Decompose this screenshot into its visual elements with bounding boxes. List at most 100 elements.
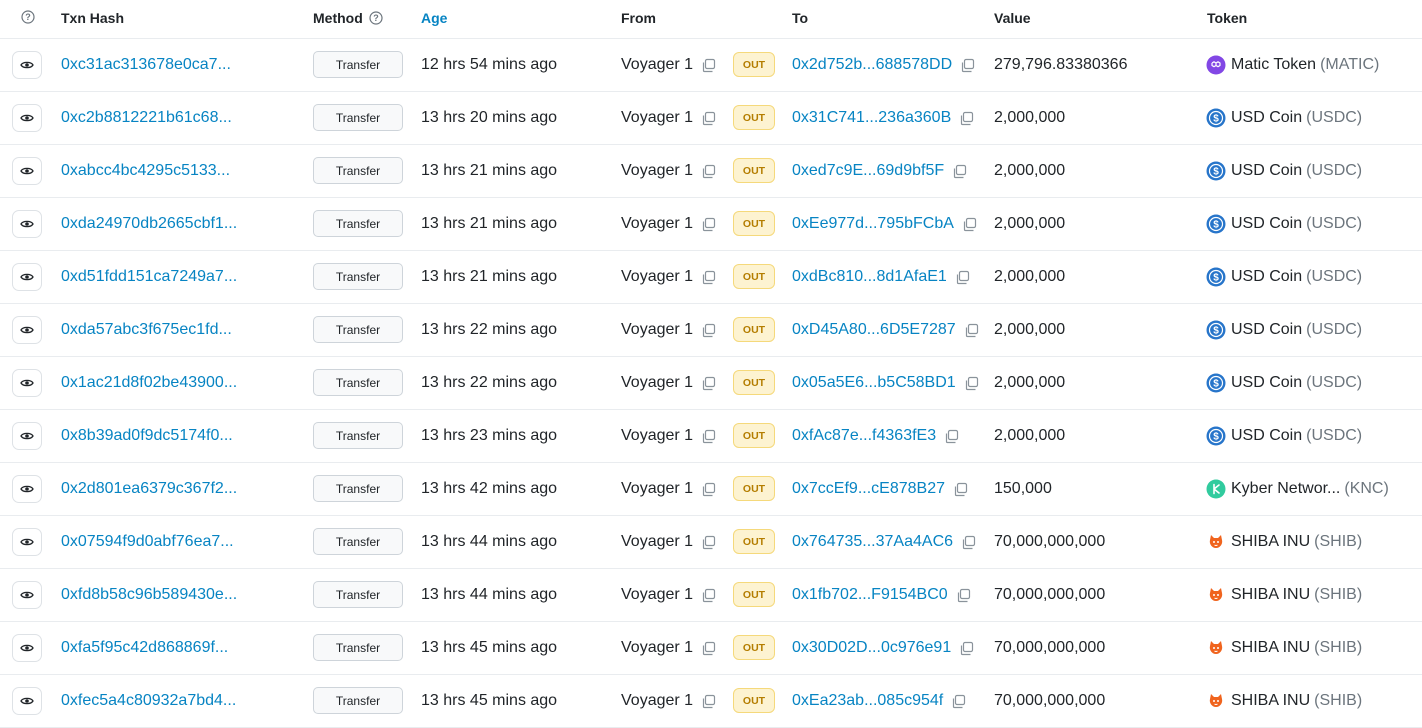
copy-icon[interactable] [955, 270, 970, 285]
copy-icon[interactable] [701, 535, 716, 550]
token-link[interactable]: $ USD Coin (USDC) [1206, 145, 1362, 197]
method-badge[interactable]: Transfer [313, 634, 403, 661]
to-address-link[interactable]: 0xed7c9E...69d9bf5F [792, 162, 944, 180]
to-address-link[interactable]: 0xEe977d...795bFCbA [792, 215, 954, 233]
from-label[interactable]: Voyager 1 [621, 215, 693, 233]
copy-icon[interactable] [701, 376, 716, 391]
token-name[interactable]: USD Coin [1231, 215, 1302, 233]
token-name[interactable]: SHIBA INU [1231, 533, 1310, 551]
token-name[interactable]: USD Coin [1231, 427, 1302, 445]
view-details-button[interactable] [12, 528, 42, 556]
to-address-link[interactable]: 0x1fb702...F9154BC0 [792, 586, 948, 604]
token-link[interactable]: Matic Token (MATIC) [1206, 39, 1379, 91]
to-address-link[interactable]: 0x31C741...236a360B [792, 109, 951, 127]
view-details-button[interactable] [12, 210, 42, 238]
token-name[interactable]: SHIBA INU [1231, 639, 1310, 657]
token-link[interactable]: SHIBA INU (SHIB) [1206, 675, 1362, 727]
copy-icon[interactable] [959, 641, 974, 656]
copy-icon[interactable] [701, 641, 716, 656]
method-badge[interactable]: Transfer [313, 263, 403, 290]
from-label[interactable]: Voyager 1 [621, 321, 693, 339]
txn-hash-link[interactable]: 0x8b39ad0f9dc5174f0... [61, 410, 233, 462]
view-details-button[interactable] [12, 634, 42, 662]
method-badge[interactable]: Transfer [313, 104, 403, 131]
copy-icon[interactable] [951, 694, 966, 709]
method-badge[interactable]: Transfer [313, 687, 403, 714]
txn-hash-link[interactable]: 0x1ac21d8f02be43900... [61, 357, 237, 409]
from-label[interactable]: Voyager 1 [621, 56, 693, 74]
copy-icon[interactable] [701, 482, 716, 497]
txn-hash-link[interactable]: 0xd51fdd151ca7249a7... [61, 251, 237, 303]
copy-icon[interactable] [701, 694, 716, 709]
copy-icon[interactable] [701, 217, 716, 232]
method-badge[interactable]: Transfer [313, 528, 403, 555]
token-link[interactable]: $ USD Coin (USDC) [1206, 251, 1362, 303]
token-link[interactable]: $ USD Coin (USDC) [1206, 304, 1362, 356]
method-badge[interactable]: Transfer [313, 210, 403, 237]
method-badge[interactable]: Transfer [313, 316, 403, 343]
copy-icon[interactable] [701, 164, 716, 179]
from-label[interactable]: Voyager 1 [621, 480, 693, 498]
txn-hash-link[interactable]: 0xfd8b58c96b589430e... [61, 569, 237, 621]
view-details-button[interactable] [12, 422, 42, 450]
view-details-button[interactable] [12, 157, 42, 185]
token-link[interactable]: Kyber Networ... (KNC) [1206, 463, 1389, 515]
token-link[interactable]: $ USD Coin (USDC) [1206, 357, 1362, 409]
copy-icon[interactable] [952, 164, 967, 179]
to-address-link[interactable]: 0xEa23ab...085c954f [792, 692, 943, 710]
from-label[interactable]: Voyager 1 [621, 586, 693, 604]
copy-icon[interactable] [960, 58, 975, 73]
copy-icon[interactable] [953, 482, 968, 497]
from-label[interactable]: Voyager 1 [621, 639, 693, 657]
to-address-link[interactable]: 0x764735...37Aa4AC6 [792, 533, 953, 551]
token-name[interactable]: USD Coin [1231, 321, 1302, 339]
copy-icon[interactable] [701, 58, 716, 73]
from-label[interactable]: Voyager 1 [621, 533, 693, 551]
txn-hash-link[interactable]: 0xabcc4bc4295c5133... [61, 145, 230, 197]
txn-hash-link[interactable]: 0x07594f9d0abf76ea7... [61, 516, 234, 568]
view-details-button[interactable] [12, 581, 42, 609]
from-label[interactable]: Voyager 1 [621, 268, 693, 286]
copy-icon[interactable] [964, 376, 979, 391]
token-link[interactable]: SHIBA INU (SHIB) [1206, 569, 1362, 621]
copy-icon[interactable] [701, 111, 716, 126]
to-address-link[interactable]: 0x7ccEf9...cE878B27 [792, 480, 945, 498]
txn-hash-link[interactable]: 0xda24970db2665cbf1... [61, 198, 237, 250]
copy-icon[interactable] [964, 323, 979, 338]
token-link[interactable]: $ USD Coin (USDC) [1206, 198, 1362, 250]
from-label[interactable]: Voyager 1 [621, 109, 693, 127]
txn-hash-link[interactable]: 0x2d801ea6379c367f2... [61, 463, 237, 515]
token-name[interactable]: Matic Token [1231, 56, 1316, 74]
txn-hash-link[interactable]: 0xfa5f95c42d868869f... [61, 622, 228, 674]
to-address-link[interactable]: 0x30D02D...0c976e91 [792, 639, 951, 657]
view-details-button[interactable] [12, 475, 42, 503]
token-name[interactable]: SHIBA INU [1231, 692, 1310, 710]
method-badge[interactable]: Transfer [313, 51, 403, 78]
token-link[interactable]: $ USD Coin (USDC) [1206, 92, 1362, 144]
method-badge[interactable]: Transfer [313, 369, 403, 396]
to-address-link[interactable]: 0xD45A80...6D5E7287 [792, 321, 956, 339]
copy-icon[interactable] [701, 270, 716, 285]
copy-icon[interactable] [961, 535, 976, 550]
token-name[interactable]: SHIBA INU [1231, 586, 1310, 604]
txn-hash-link[interactable]: 0xda57abc3f675ec1fd... [61, 304, 232, 356]
to-address-link[interactable]: 0x05a5E6...b5C58BD1 [792, 374, 956, 392]
copy-icon[interactable] [701, 429, 716, 444]
token-link[interactable]: $ USD Coin (USDC) [1206, 410, 1362, 462]
token-name[interactable]: USD Coin [1231, 268, 1302, 286]
view-details-button[interactable] [12, 263, 42, 291]
txn-hash-link[interactable]: 0xfec5a4c80932a7bd4... [61, 675, 236, 727]
txn-hash-link[interactable]: 0xc31ac313678e0ca7... [61, 39, 231, 91]
token-link[interactable]: SHIBA INU (SHIB) [1206, 622, 1362, 674]
method-badge[interactable]: Transfer [313, 475, 403, 502]
copy-icon[interactable] [956, 588, 971, 603]
token-name[interactable]: Kyber Networ... [1231, 480, 1340, 498]
header-age-toggle[interactable]: Age [421, 10, 447, 26]
copy-icon[interactable] [944, 429, 959, 444]
view-details-button[interactable] [12, 369, 42, 397]
view-details-button[interactable] [12, 687, 42, 715]
from-label[interactable]: Voyager 1 [621, 692, 693, 710]
token-name[interactable]: USD Coin [1231, 162, 1302, 180]
from-label[interactable]: Voyager 1 [621, 374, 693, 392]
copy-icon[interactable] [701, 323, 716, 338]
